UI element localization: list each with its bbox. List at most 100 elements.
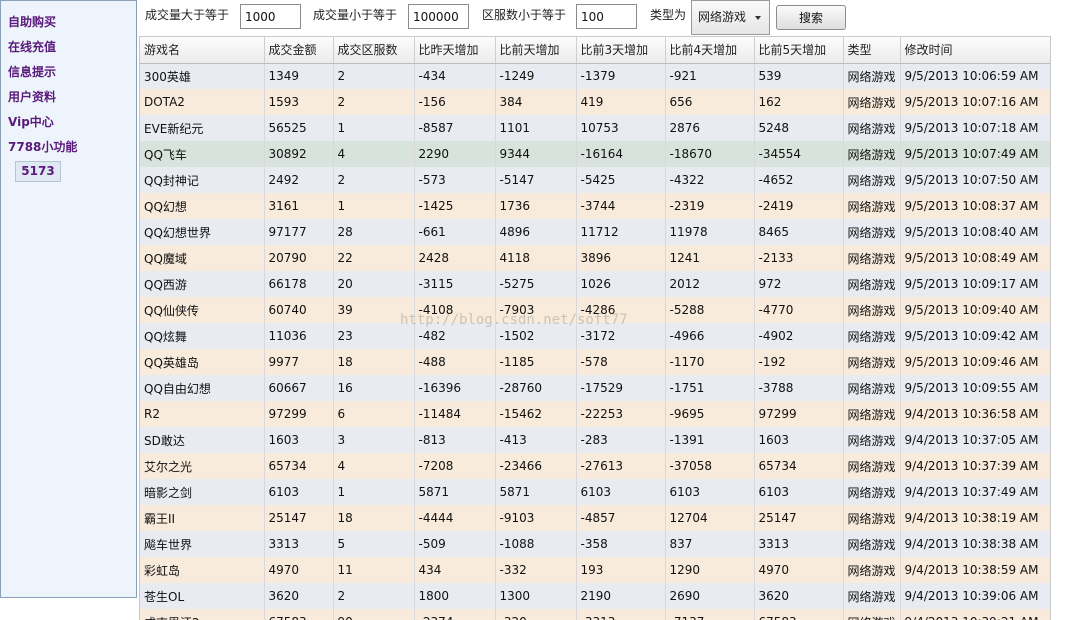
min-volume-input[interactable] [240, 4, 301, 29]
table-cell: 9/4/2013 10:37:49 AM [900, 479, 1050, 505]
table-cell: 9/5/2013 10:08:40 AM [900, 219, 1050, 245]
table-row[interactable]: QQ幻想世界 97177 28 -661 4896 11712 11978 8465 网络游戏 9… [140, 219, 1050, 245]
table-cell: 18 [333, 349, 415, 375]
table-row[interactable]: QQ英雄岛 9977 18 -488 -1185 -578 -1170 -192 网络游戏 9/5… [140, 349, 1050, 375]
column-header[interactable]: 比前天增加 [495, 37, 577, 64]
column-header[interactable]: 比前3天增加 [576, 37, 666, 64]
table-cell: 网络游戏 [843, 89, 901, 115]
table-cell: 9/5/2013 10:09:55 AM [900, 375, 1050, 401]
table-cell: -488 [414, 349, 496, 375]
table-cell: -5425 [576, 167, 666, 193]
table-cell: EVE新纪元 [140, 115, 265, 141]
table-cell: -23466 [495, 453, 577, 479]
table-cell: 25147 [264, 505, 334, 531]
column-header[interactable]: 修改时间 [900, 37, 1050, 64]
column-header[interactable]: 比前5天增加 [754, 37, 844, 64]
table-cell: 300英雄 [140, 63, 265, 89]
table-row[interactable]: R2 97299 6 -11484 -15462 -22253 -9695 97299 网络游戏… [140, 401, 1050, 427]
sidebar-item-vip-center[interactable]: Vip中心 [1, 110, 136, 135]
table-cell: QQ英雄岛 [140, 349, 265, 375]
table-row[interactable]: DOTA2 1593 2 -156 384 419 656 162 网络游戏 9/5/2013 1… [140, 89, 1050, 115]
table-cell: 67583 [754, 609, 844, 620]
column-header[interactable]: 比昨天增加 [414, 37, 496, 64]
table-cell: -37058 [665, 453, 755, 479]
max-volume-label: 成交量小于等于 [313, 8, 398, 22]
column-header[interactable]: 游戏名 [140, 37, 265, 64]
table-cell: 9/5/2013 10:09:17 AM [900, 271, 1050, 297]
table-cell: 22 [333, 245, 415, 271]
table-cell: 30892 [264, 141, 334, 167]
table-row[interactable]: 暗影之剑 6103 1 5871 5871 6103 6103 6103 网络游戏 9/4/201… [140, 479, 1050, 505]
column-header[interactable]: 成交区服数 [333, 37, 415, 64]
table-row[interactable]: QQ飞车 30892 4 2290 9344 -16164 -18670 -34554 网络游戏… [140, 141, 1050, 167]
sidebar-item-notifications[interactable]: 信息提示 [1, 60, 136, 85]
table-cell: 1026 [576, 271, 666, 297]
table-cell: 5 [333, 531, 415, 557]
table-row[interactable]: 飚车世界 3313 5 -509 -1088 -358 837 3313 网络游戏 9/4/201… [140, 531, 1050, 557]
table-header-row: 游戏名 成交金额 成交区服数 比昨天增加 比前天增加 比前3天增加 比前4天增加 比前5天增加… [140, 37, 1050, 64]
table-cell: 网络游戏 [843, 245, 901, 271]
table-cell: -358 [576, 531, 666, 557]
table-row[interactable]: 苍生OL 3620 2 1800 1300 2190 2690 3620 网络游戏 9/4/201… [140, 583, 1050, 609]
table-row[interactable]: 成吉思汗26758390-2374-320-3313-713767583网络游戏… [140, 609, 1050, 620]
results-grid[interactable]: 游戏名 成交金额 成交区服数 比昨天增加 比前天增加 比前3天增加 比前4天增加 比前5天增加… [139, 36, 1051, 620]
max-volume-input[interactable] [408, 4, 469, 29]
table-cell: -482 [414, 323, 496, 349]
table-row[interactable]: QQ魔域 20790 22 2428 4118 3896 1241 -2133 网络游戏 9/5/… [140, 245, 1050, 271]
sidebar-item-recharge[interactable]: 在线充值 [1, 35, 136, 60]
table-cell: -434 [414, 63, 496, 89]
column-header[interactable]: 类型 [843, 37, 901, 64]
table-cell: 苍生OL [140, 583, 265, 609]
table-cell: 20790 [264, 245, 334, 271]
sidebar-item-tools[interactable]: 7788小功能 [1, 135, 136, 160]
table-cell: 9/4/2013 10:39:21 AM [900, 609, 1050, 620]
type-select[interactable]: 网络游戏 [691, 0, 770, 35]
table-row[interactable]: 300英雄 1349 2 -434 -1249 -1379 -921 539 网络游戏 9/5/2… [140, 63, 1050, 89]
sidebar-item-user-profile[interactable]: 用户资料 [1, 85, 136, 110]
table-cell: 9/5/2013 10:08:37 AM [900, 193, 1050, 219]
table-row[interactable]: QQ自由幻想 60667 16 -16396 -28760 -17529 -1751 -378… [140, 375, 1050, 401]
table-row[interactable]: 艾尔之光 65734 4 -7208 -23466 -27613 -37058 65734 网络… [140, 453, 1050, 479]
table-cell: 539 [754, 63, 844, 89]
table-cell: 9/4/2013 10:38:59 AM [900, 557, 1050, 583]
table-cell: -18670 [665, 141, 755, 167]
sidebar-badge-5173[interactable]: 5173 [15, 161, 61, 182]
column-header[interactable]: 成交金额 [264, 37, 334, 64]
type-label: 类型为 [650, 8, 687, 22]
table-row[interactable]: EVE新纪元 56525 1 -8587 1101 10753 2876 5248 网络游戏 9/… [140, 115, 1050, 141]
table-cell: 1603 [754, 427, 844, 453]
table-cell: 10753 [576, 115, 666, 141]
table-row[interactable]: SD敢达 1603 3 -813 -413 -283 -1391 1603 网络游戏 9/4/20… [140, 427, 1050, 453]
table-row[interactable]: QQ仙侠传 60740 39 -4108 -7903 -4286 -5288 -4770 网络游… [140, 297, 1050, 323]
table-cell: 1290 [665, 557, 755, 583]
table-cell: -2319 [665, 193, 755, 219]
table-cell: 网络游戏 [843, 609, 901, 620]
table-cell: 11712 [576, 219, 666, 245]
table-cell: 网络游戏 [843, 193, 901, 219]
table-cell: 网络游戏 [843, 557, 901, 583]
table-row[interactable]: 霸王II 25147 18 -4444 -9103 -4857 12704 25147 网络游戏… [140, 505, 1050, 531]
sidebar-item-self-purchase[interactable]: 自助购买 [1, 10, 136, 35]
table-cell: 网络游戏 [843, 167, 901, 193]
table-cell: 18 [333, 505, 415, 531]
table-cell: -1502 [495, 323, 577, 349]
table-cell: -332 [495, 557, 577, 583]
table-row[interactable]: 彩虹岛 4970 11 434 -332 193 1290 4970 网络游戏 9/4/2013 … [140, 557, 1050, 583]
column-header[interactable]: 比前4天增加 [665, 37, 755, 64]
search-button[interactable]: 搜索 [776, 5, 846, 30]
table-row[interactable]: QQ西游 66178 20 -3115 -5275 1026 2012 972 网络游戏 9/5/… [140, 271, 1050, 297]
table-cell: 彩虹岛 [140, 557, 265, 583]
table-cell: -413 [495, 427, 577, 453]
table-cell: DOTA2 [140, 89, 265, 115]
table-row[interactable]: QQ炫舞 11036 23 -482 -1502 -3172 -4966 -4902 网络游戏 9… [140, 323, 1050, 349]
table-cell: 网络游戏 [843, 505, 901, 531]
table-cell: -2374 [414, 609, 496, 620]
table-cell: -1088 [495, 531, 577, 557]
max-servers-input[interactable] [576, 4, 637, 29]
table-cell: 2 [333, 583, 415, 609]
table-cell: QQ仙侠传 [140, 297, 265, 323]
table-cell: 2190 [576, 583, 666, 609]
table-row[interactable]: QQ幻想 3161 1 -1425 1736 -3744 -2319 -2419 网络游戏 9/5… [140, 193, 1050, 219]
table-row[interactable]: QQ封神记 2492 2 -573 -5147 -5425 -4322 -4652 网络游戏 9/… [140, 167, 1050, 193]
table-cell: 9/4/2013 10:37:05 AM [900, 427, 1050, 453]
